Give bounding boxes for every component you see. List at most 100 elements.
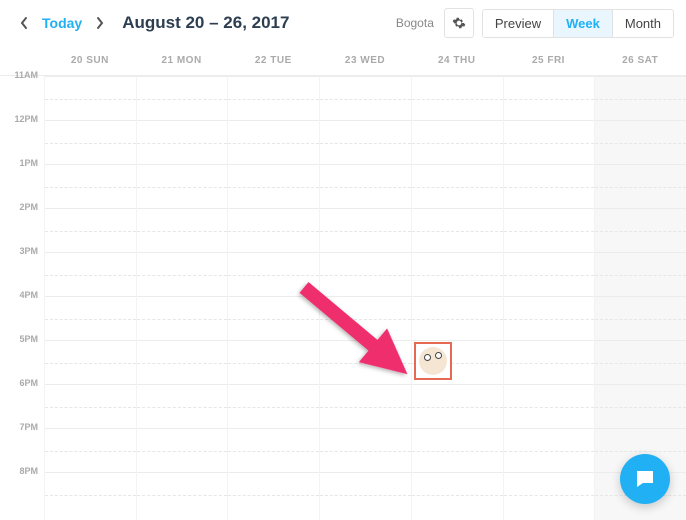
- time-label: 7PM: [19, 422, 38, 432]
- hour-cell[interactable]: [45, 76, 136, 120]
- hour-cell[interactable]: [504, 296, 595, 340]
- time-label: 4PM: [19, 290, 38, 300]
- hour-cell[interactable]: [595, 384, 686, 428]
- time-label: 8PM: [19, 466, 38, 476]
- hour-cell[interactable]: [504, 208, 595, 252]
- time-label: 6PM: [19, 378, 38, 388]
- hour-cell[interactable]: [320, 76, 411, 120]
- hour-cell[interactable]: [137, 252, 228, 296]
- hour-cell[interactable]: [320, 120, 411, 164]
- hour-cell[interactable]: [45, 296, 136, 340]
- day-column[interactable]: [411, 76, 503, 520]
- hour-cell[interactable]: [137, 120, 228, 164]
- hour-cell[interactable]: [595, 252, 686, 296]
- day-column[interactable]: [44, 76, 136, 520]
- day-column[interactable]: [136, 76, 228, 520]
- hour-cell[interactable]: [45, 208, 136, 252]
- hour-cell[interactable]: [137, 384, 228, 428]
- hour-cell[interactable]: [228, 208, 319, 252]
- hour-cell[interactable]: [595, 296, 686, 340]
- hour-cell[interactable]: [595, 120, 686, 164]
- hour-cell[interactable]: [412, 76, 503, 120]
- day-column[interactable]: [227, 76, 319, 520]
- hour-cell[interactable]: [412, 120, 503, 164]
- hour-cell[interactable]: [45, 472, 136, 516]
- time-label: 11AM: [14, 70, 38, 80]
- chevron-left-icon: [19, 16, 29, 30]
- hour-cell[interactable]: [320, 340, 411, 384]
- hour-cell[interactable]: [228, 340, 319, 384]
- time-label: 5PM: [19, 334, 38, 344]
- avatar: [419, 347, 447, 375]
- calendar-grid[interactable]: [44, 76, 686, 520]
- hour-cell[interactable]: [504, 164, 595, 208]
- hour-cell[interactable]: [504, 120, 595, 164]
- hour-cell[interactable]: [504, 76, 595, 120]
- next-week-button[interactable]: [88, 11, 112, 35]
- day-header: 21 MON: [136, 55, 228, 66]
- hour-cell[interactable]: [412, 384, 503, 428]
- hour-cell[interactable]: [228, 428, 319, 472]
- today-button[interactable]: Today: [36, 15, 88, 31]
- calendar-body: 11AM 12PM 1PM 2PM 3PM 4PM 5PM 6PM 7PM 8P…: [0, 76, 686, 520]
- hour-cell[interactable]: [504, 252, 595, 296]
- hour-cell[interactable]: [228, 472, 319, 516]
- day-column[interactable]: [319, 76, 411, 520]
- hour-cell[interactable]: [595, 76, 686, 120]
- hour-cell[interactable]: [504, 340, 595, 384]
- hour-cell[interactable]: [228, 76, 319, 120]
- hour-cell[interactable]: [228, 164, 319, 208]
- hour-cell[interactable]: [137, 208, 228, 252]
- hour-cell[interactable]: [320, 428, 411, 472]
- hour-cell[interactable]: [320, 384, 411, 428]
- hour-cell[interactable]: [137, 296, 228, 340]
- hour-cell[interactable]: [595, 208, 686, 252]
- hour-cell[interactable]: [412, 472, 503, 516]
- timezone-label: Bogota: [396, 16, 434, 30]
- hour-cell[interactable]: [45, 340, 136, 384]
- hour-cell[interactable]: [45, 384, 136, 428]
- hour-cell[interactable]: [228, 296, 319, 340]
- preview-button[interactable]: Preview: [483, 10, 553, 37]
- hour-cell[interactable]: [412, 252, 503, 296]
- calendar-event[interactable]: [414, 342, 452, 380]
- settings-button[interactable]: [444, 8, 474, 38]
- hour-cell[interactable]: [412, 428, 503, 472]
- hour-cell[interactable]: [45, 164, 136, 208]
- hour-cell[interactable]: [504, 428, 595, 472]
- hour-cell[interactable]: [228, 120, 319, 164]
- hour-cell[interactable]: [504, 472, 595, 516]
- hour-cell[interactable]: [412, 208, 503, 252]
- hour-cell[interactable]: [320, 296, 411, 340]
- hour-cell[interactable]: [320, 472, 411, 516]
- hour-cell[interactable]: [504, 384, 595, 428]
- calendar-toolbar: Today August 20 – 26, 2017 Bogota Previe…: [0, 0, 686, 46]
- hour-cell[interactable]: [228, 252, 319, 296]
- hour-cell[interactable]: [45, 428, 136, 472]
- hour-cell[interactable]: [137, 472, 228, 516]
- hour-cell[interactable]: [45, 252, 136, 296]
- hour-cell[interactable]: [137, 76, 228, 120]
- time-label: 3PM: [19, 246, 38, 256]
- hour-cell[interactable]: [228, 384, 319, 428]
- hour-cell[interactable]: [137, 340, 228, 384]
- day-header: 20 SUN: [44, 55, 136, 66]
- gear-icon: [452, 16, 466, 30]
- hour-cell[interactable]: [412, 296, 503, 340]
- day-header: 22 TUE: [227, 55, 319, 66]
- hour-cell[interactable]: [45, 120, 136, 164]
- month-view-button[interactable]: Month: [612, 10, 673, 37]
- hour-cell[interactable]: [595, 164, 686, 208]
- hour-cell[interactable]: [137, 164, 228, 208]
- hour-cell[interactable]: [320, 252, 411, 296]
- day-column[interactable]: [503, 76, 595, 520]
- hour-cell[interactable]: [412, 164, 503, 208]
- hour-cell[interactable]: [595, 340, 686, 384]
- view-segment: Preview Week Month: [482, 9, 674, 38]
- hour-cell[interactable]: [137, 428, 228, 472]
- hour-cell[interactable]: [320, 208, 411, 252]
- week-view-button[interactable]: Week: [553, 10, 612, 37]
- hour-cell[interactable]: [320, 164, 411, 208]
- prev-week-button[interactable]: [12, 11, 36, 35]
- chat-launcher-button[interactable]: [620, 454, 670, 504]
